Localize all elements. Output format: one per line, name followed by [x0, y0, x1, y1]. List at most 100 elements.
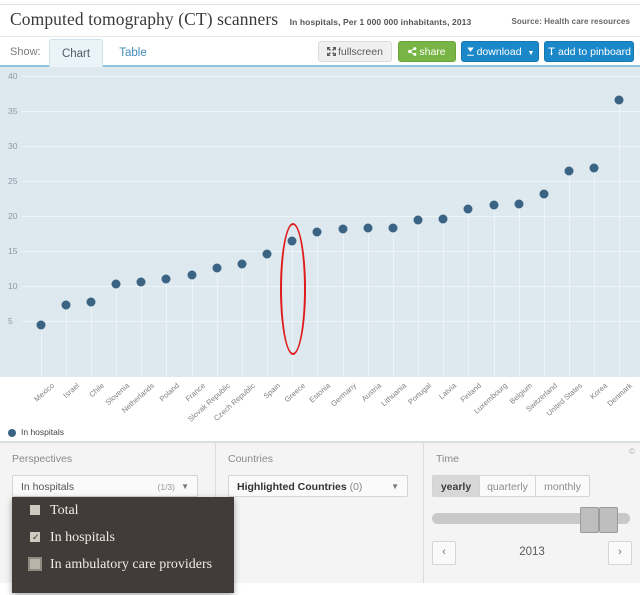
download-button[interactable]: download ▼ — [461, 41, 539, 62]
data-point-stem — [216, 267, 218, 377]
data-point[interactable] — [86, 297, 96, 307]
countries-panel: Countries Highlighted Countries (0) ▼ — [216, 443, 424, 583]
data-point[interactable] — [463, 204, 473, 214]
share-button[interactable]: share — [398, 41, 456, 62]
x-axis-tick-label: Spain — [261, 381, 283, 401]
copyright-icon: © — [629, 447, 635, 456]
download-icon — [466, 43, 475, 64]
page-subtitle: In hospitals, Per 1 000 000 inhabitants,… — [289, 17, 472, 27]
granularity-monthly[interactable]: monthly — [536, 475, 590, 497]
checkbox-icon[interactable] — [30, 505, 40, 515]
controls-panels: Perspectives In hospitals (1/3) ▼ Total ✓… — [0, 442, 640, 593]
view-toolbar: Show: Chart Table fullscreen share downl… — [0, 37, 640, 67]
data-point-stem — [493, 204, 495, 377]
data-point[interactable] — [338, 224, 348, 234]
y-axis-tick: 25 — [8, 176, 18, 186]
grid-line — [22, 146, 640, 147]
slider-handle-end[interactable] — [599, 507, 618, 533]
x-axis-tick-label: Poland — [158, 381, 182, 404]
grid-line — [22, 321, 640, 322]
data-point[interactable] — [237, 259, 247, 269]
data-point[interactable] — [312, 227, 322, 237]
perspectives-option[interactable]: In ambulatory care providers — [12, 551, 234, 595]
legend-label: In hospitals — [21, 427, 64, 437]
tab-chart[interactable]: Chart — [49, 39, 103, 67]
tab-table[interactable]: Table — [108, 39, 158, 67]
data-point-stem — [619, 99, 621, 377]
x-axis-labels: Mexico Israel Chile Slovenia Netherlands Pola… — [0, 377, 640, 425]
data-point[interactable] — [212, 263, 222, 273]
perspectives-option[interactable]: Total — [12, 497, 234, 524]
countries-select[interactable]: Highlighted Countries (0) ▼ — [228, 475, 408, 497]
data-point[interactable] — [489, 200, 499, 210]
data-point[interactable] — [36, 320, 46, 330]
grid-line — [22, 251, 640, 252]
data-point[interactable] — [136, 277, 146, 287]
x-axis-tick-label: Latvia — [437, 381, 459, 402]
add-to-pinboard-button[interactable]: add to pinboard — [544, 41, 634, 62]
x-axis-tick-label: Israel — [61, 381, 81, 400]
data-point[interactable] — [388, 223, 398, 233]
data-point[interactable] — [262, 249, 272, 259]
perspectives-option-label: Total — [50, 503, 79, 518]
check-icon: ✓ — [32, 532, 40, 542]
show-label: Show: — [10, 46, 41, 58]
x-axis-tick-label: Chile — [87, 381, 106, 400]
x-axis-tick-label: Lithuania — [379, 381, 408, 409]
data-point[interactable] — [61, 300, 71, 310]
data-point[interactable] — [614, 95, 624, 105]
y-axis-tick: 15 — [8, 246, 18, 256]
chart-canvas: 5 10 15 20 25 30 35 40 — [0, 67, 640, 377]
data-point[interactable] — [287, 236, 297, 245]
x-axis-tick-label: Mexico — [31, 381, 56, 404]
y-axis-tick: 5 — [8, 316, 13, 326]
data-point[interactable] — [111, 279, 121, 289]
x-axis-tick-label: Greece — [282, 381, 308, 405]
source-label: Source: Health care resources — [511, 17, 630, 26]
grid-line — [22, 76, 640, 77]
chevron-down-icon: ▼ — [181, 482, 189, 491]
data-point-stem — [543, 194, 545, 377]
perspectives-selected-value: In hospitals — [21, 481, 75, 493]
fullscreen-button[interactable]: fullscreen — [318, 41, 392, 62]
data-point[interactable] — [161, 274, 171, 284]
chart-legend: In hospitals — [0, 425, 640, 442]
perspectives-title: Perspectives — [12, 453, 73, 465]
data-point[interactable] — [413, 215, 423, 225]
perspectives-select[interactable]: In hospitals (1/3) ▼ — [12, 475, 198, 497]
granularity-quarterly[interactable]: quarterly — [480, 475, 536, 497]
checkbox-icon[interactable] — [28, 557, 42, 571]
data-point-stem — [267, 253, 269, 377]
data-point[interactable] — [438, 214, 448, 224]
data-point[interactable] — [363, 223, 373, 233]
y-axis-tick: 20 — [8, 211, 18, 221]
chart-page: Computed tomography (CT) scanners In hos… — [0, 0, 640, 593]
data-point[interactable] — [187, 270, 197, 280]
x-axis-tick-label: Denmark — [605, 381, 635, 409]
data-point-stem — [317, 232, 319, 377]
next-year-button[interactable]: › — [608, 541, 632, 565]
y-axis-tick: 35 — [8, 106, 18, 116]
pin-icon — [547, 43, 556, 64]
y-axis-tick: 30 — [8, 141, 18, 151]
grid-line — [22, 111, 640, 112]
data-point-stem — [166, 279, 168, 377]
perspectives-panel: Perspectives In hospitals (1/3) ▼ Total ✓… — [0, 443, 234, 593]
data-point[interactable] — [514, 199, 524, 209]
data-point-stem — [241, 264, 243, 377]
grid-line — [22, 216, 640, 217]
granularity-yearly[interactable]: yearly — [432, 475, 480, 497]
share-label: share — [419, 46, 446, 58]
pinboard-label: add to pinboard — [558, 46, 631, 58]
data-point[interactable] — [589, 163, 599, 173]
perspectives-dropdown-menu[interactable]: Total ✓ In hospitals In ambulatory care pro… — [12, 497, 234, 593]
data-point[interactable] — [539, 189, 549, 199]
data-point-stem — [518, 204, 520, 377]
data-point-stem — [40, 325, 42, 377]
countries-selected-value: Highlighted Countries (0) — [237, 481, 363, 493]
data-point[interactable] — [564, 166, 574, 176]
perspectives-option[interactable]: ✓ In hospitals — [12, 524, 234, 551]
slider-handle-start[interactable] — [580, 507, 599, 533]
time-range-slider[interactable] — [432, 507, 630, 533]
data-point-stem — [468, 209, 470, 377]
